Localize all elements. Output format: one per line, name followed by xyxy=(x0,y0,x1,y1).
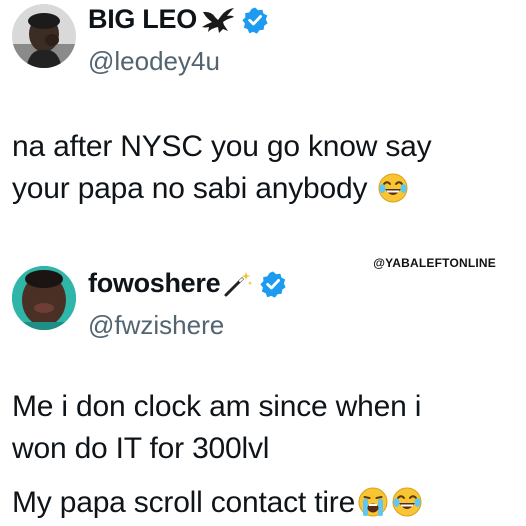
magic-wand-icon xyxy=(224,271,253,296)
loudly-crying-face-emoji xyxy=(358,487,389,517)
verified-badge-icon xyxy=(259,269,288,298)
display-name[interactable]: fowoshere xyxy=(88,268,288,299)
tweet-text-line: na after NYSC you go know say xyxy=(12,130,432,163)
handle[interactable]: @leodey4u xyxy=(88,46,220,77)
tweet-text: na after NYSC you go know say your papa … xyxy=(12,126,516,210)
display-name[interactable]: BIG LEO xyxy=(88,4,269,35)
tweet-header: BIG LEO @leodey4u xyxy=(0,0,526,90)
tweet-text-line: My papa scroll contact tire xyxy=(12,486,356,519)
avatar[interactable] xyxy=(12,266,76,330)
face-with-tears-of-joy-emoji xyxy=(392,487,423,517)
display-name-text: BIG LEO xyxy=(88,4,197,34)
tweet-1: BIG LEO @leodey4u na after NYSC you go k… xyxy=(0,0,526,205)
face-with-tears-of-joy-emoji xyxy=(378,173,409,203)
avatar[interactable] xyxy=(12,4,76,68)
tweet-text-line: Me i don clock am since when i xyxy=(12,390,422,423)
tweet-text-line-with-emoji: My papa scroll contact tire xyxy=(12,482,516,524)
eagle-icon xyxy=(201,7,234,33)
tweet-header: fowoshere @fwzishere xyxy=(0,258,526,348)
tweet-text-line: won do IT for 300lvl xyxy=(12,432,270,465)
tweet-2: fowoshere @fwzishere Me i don clock am s… xyxy=(0,258,526,519)
handle[interactable]: @fwzishere xyxy=(88,310,224,341)
tweet-text: Me i don clock am since when i won do IT… xyxy=(12,386,516,524)
tweet-text-line-with-emoji: your papa no sabi anybody xyxy=(12,168,516,210)
tweet-text-line: your papa no sabi anybody xyxy=(12,172,368,205)
verified-badge-icon xyxy=(240,5,269,34)
display-name-text: fowoshere xyxy=(88,268,221,298)
